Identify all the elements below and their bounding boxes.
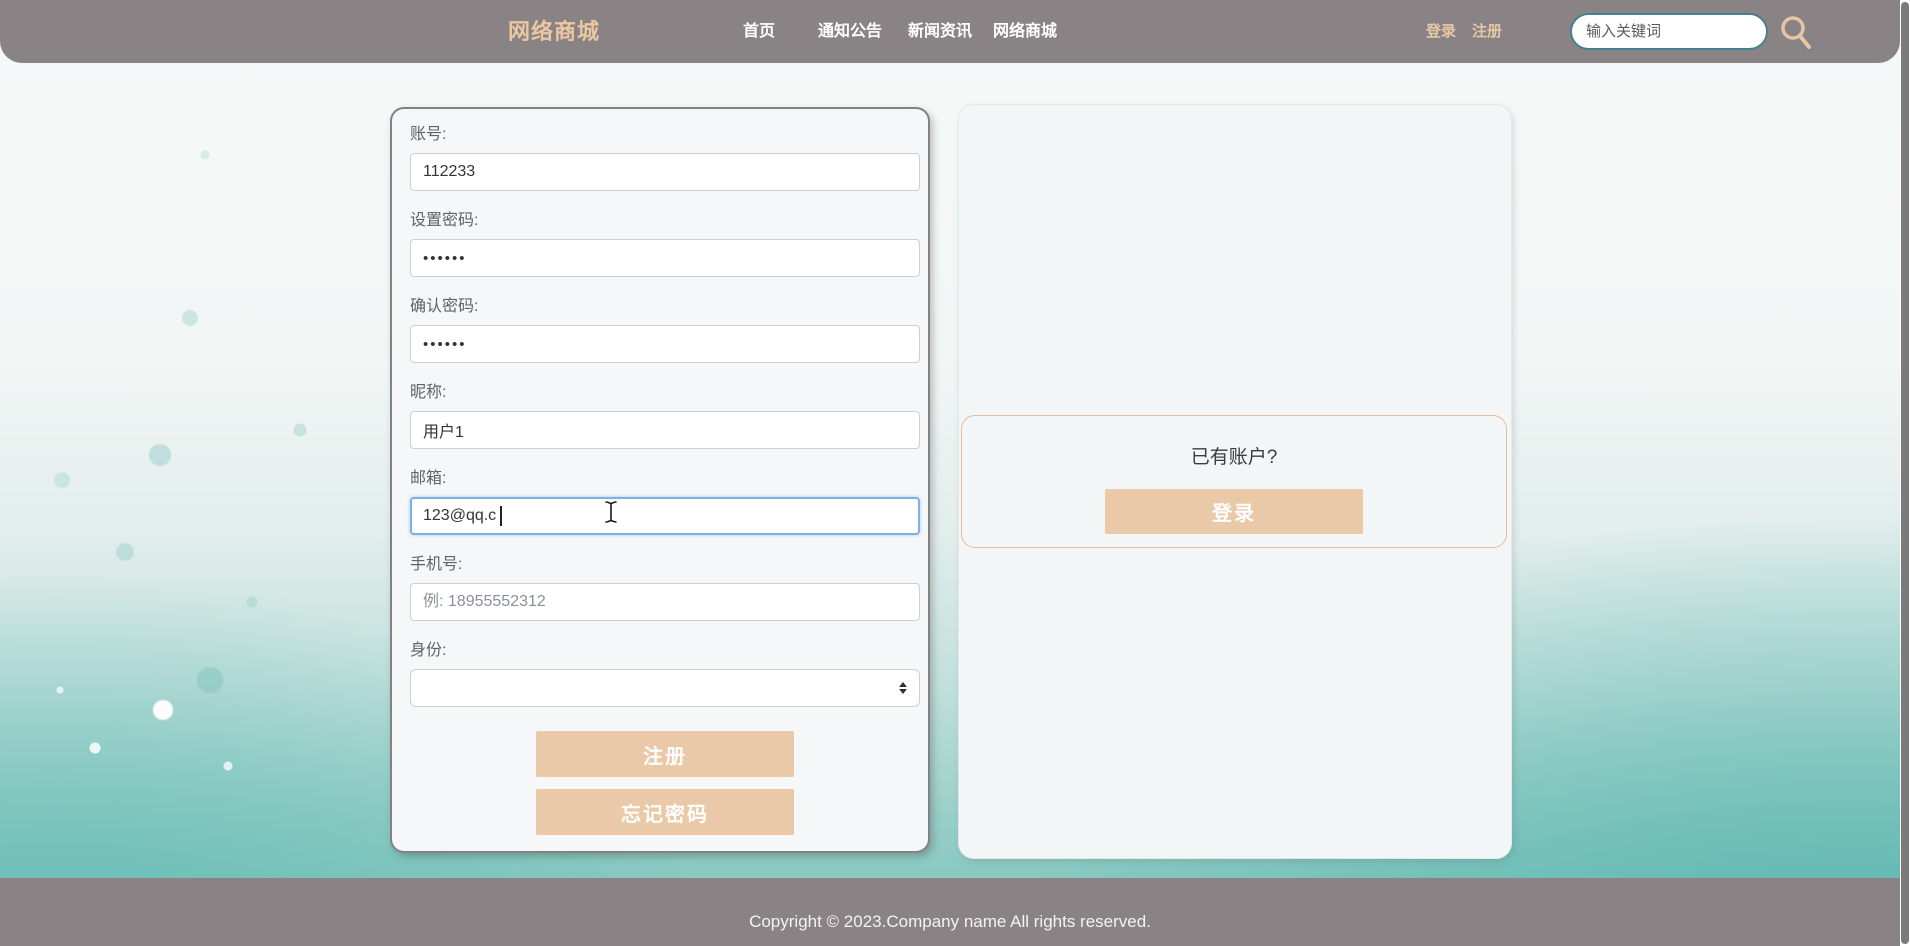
account-label: 账号: bbox=[410, 126, 447, 143]
confirm-password-input[interactable] bbox=[410, 325, 920, 363]
existing-account-box: 已有账户? 登录 bbox=[961, 415, 1507, 548]
nav-item-home[interactable]: 首页 bbox=[743, 0, 775, 63]
phone-input[interactable] bbox=[410, 583, 920, 621]
set-password-input[interactable] bbox=[410, 239, 920, 277]
login-link[interactable]: 登录 bbox=[1426, 0, 1456, 63]
confirm-password-label: 确认密码: bbox=[410, 298, 479, 315]
copyright-text: Copyright © 2023.Company name All rights… bbox=[749, 912, 1151, 931]
top-navbar: 网络商城 首页 通知公告 新闻资讯 网络商城 登录 注册 bbox=[0, 0, 1900, 63]
nav-item-news[interactable]: 新闻资讯 bbox=[908, 0, 972, 63]
search-box bbox=[1570, 13, 1768, 50]
confirm-password-field-group: 确认密码: bbox=[410, 297, 920, 363]
page: 网络商城 首页 通知公告 新闻资讯 网络商城 登录 注册 账号: 设置密码: 确… bbox=[0, 0, 1910, 946]
scrollbar bbox=[1900, 0, 1910, 946]
account-field-group: 账号: bbox=[410, 125, 920, 191]
form-buttons: 注册 忘记密码 bbox=[410, 731, 920, 835]
nickname-field-group: 昵称: bbox=[410, 383, 920, 449]
search-icon[interactable] bbox=[1778, 14, 1814, 50]
nav-item-notices[interactable]: 通知公告 bbox=[818, 0, 882, 63]
text-caret bbox=[500, 506, 502, 526]
search-input[interactable] bbox=[1572, 15, 1766, 48]
identity-select-wrap bbox=[410, 669, 920, 707]
phone-label: 手机号: bbox=[410, 556, 463, 573]
site-logo[interactable]: 网络商城 bbox=[508, 0, 600, 63]
set-password-field-group: 设置密码: bbox=[410, 211, 920, 277]
email-field-group: 邮箱: bbox=[410, 469, 920, 535]
identity-field-group: 身份: bbox=[410, 641, 920, 707]
nickname-input[interactable] bbox=[410, 411, 920, 449]
register-form-card: 账号: 设置密码: 确认密码: 昵称: 邮箱: 手机号: bbox=[390, 107, 930, 853]
identity-select[interactable] bbox=[410, 669, 920, 707]
phone-field-group: 手机号: bbox=[410, 555, 920, 621]
identity-label: 身份: bbox=[410, 642, 447, 659]
forgot-password-button[interactable]: 忘记密码 bbox=[536, 789, 794, 835]
nav-item-mall[interactable]: 网络商城 bbox=[993, 0, 1057, 63]
account-input[interactable] bbox=[410, 153, 920, 191]
register-button[interactable]: 注册 bbox=[536, 731, 794, 777]
scrollbar-thumb[interactable] bbox=[1901, 2, 1909, 944]
nickname-label: 昵称: bbox=[410, 384, 447, 401]
login-button[interactable]: 登录 bbox=[1105, 489, 1363, 534]
set-password-label: 设置密码: bbox=[410, 212, 479, 229]
login-panel-card: 已有账户? 登录 bbox=[958, 104, 1512, 859]
email-input[interactable] bbox=[410, 497, 920, 535]
footer: Copyright © 2023.Company name All rights… bbox=[0, 878, 1900, 946]
existing-account-prompt: 已有账户? bbox=[1190, 447, 1278, 468]
email-label: 邮箱: bbox=[410, 470, 447, 487]
main-content: 账号: 设置密码: 确认密码: 昵称: 邮箱: 手机号: bbox=[0, 0, 1910, 946]
register-link[interactable]: 注册 bbox=[1472, 0, 1502, 63]
